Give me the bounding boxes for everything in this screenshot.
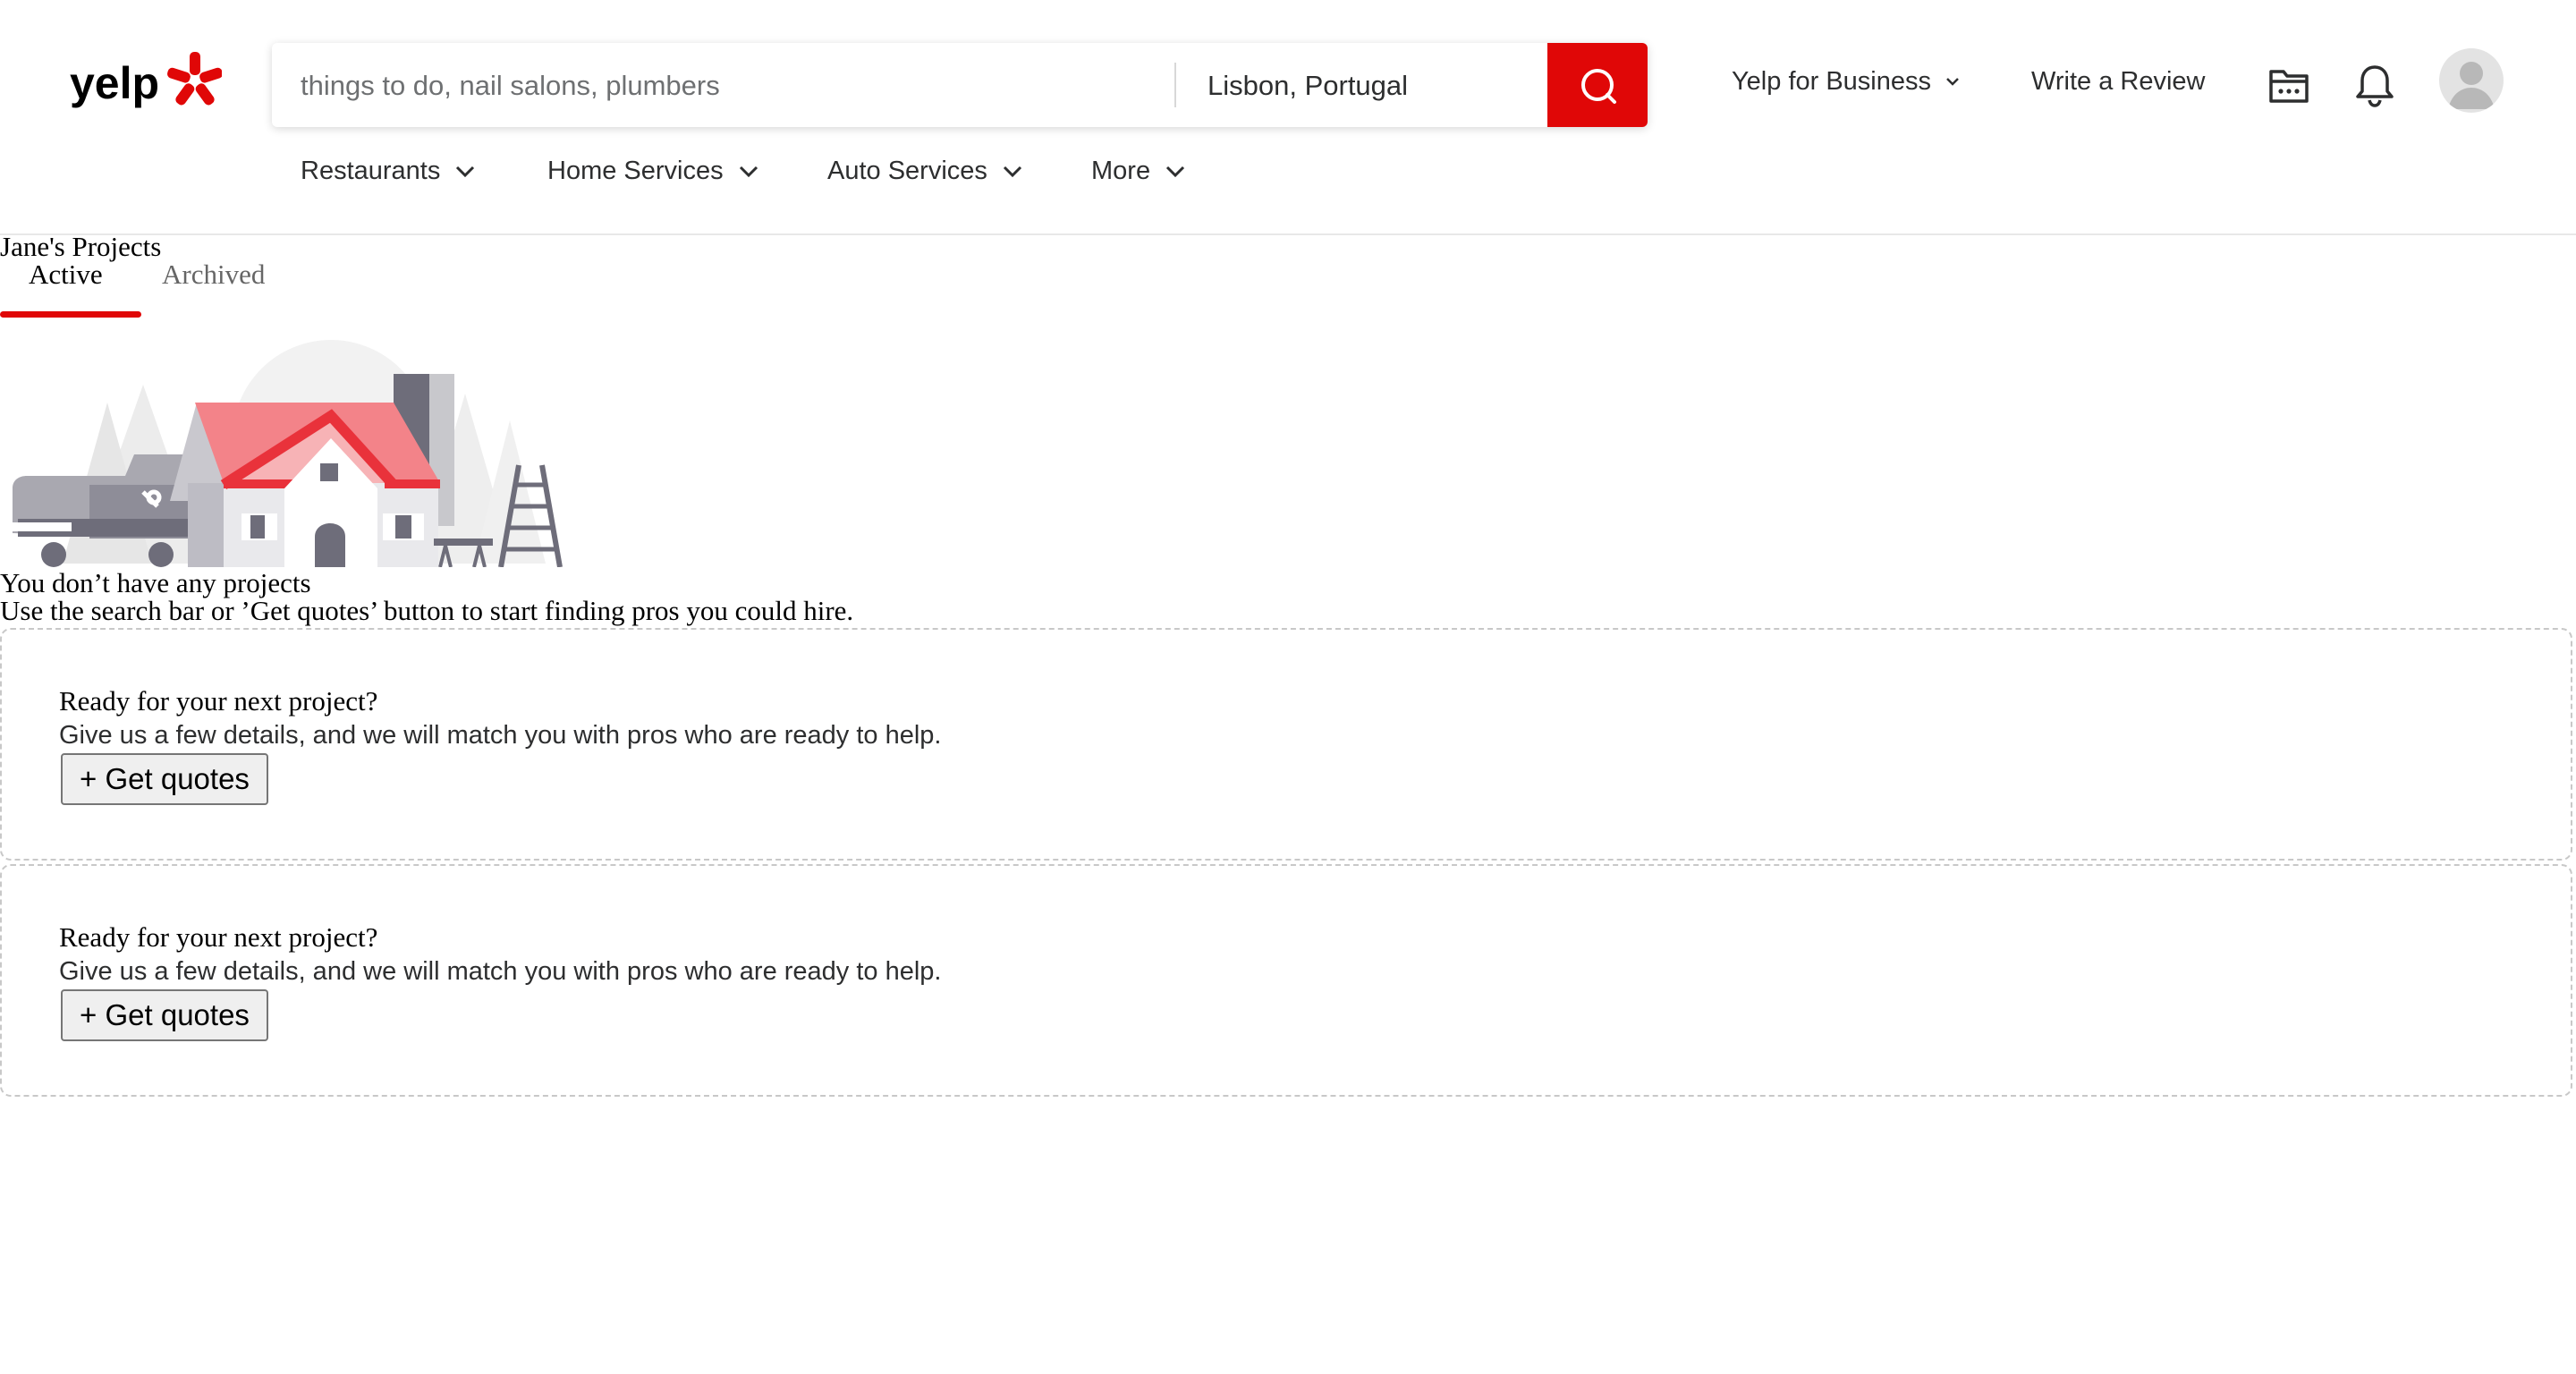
yelp-for-business-menu[interactable]: Yelp for Business — [1732, 67, 1962, 97]
category-restaurants[interactable]: Restaurants — [301, 157, 476, 186]
search-divider — [1174, 63, 1176, 107]
active-tab-indicator — [0, 311, 141, 318]
category-label: Restaurants — [301, 157, 441, 185]
category-label: Home Services — [547, 157, 724, 185]
card-title: Ready for your next project? — [59, 921, 378, 953]
search-bar — [272, 43, 1800, 129]
yelp-logo[interactable]: yelp — [70, 52, 222, 114]
card-subtitle: Give us a few details, and we will match… — [59, 957, 942, 986]
get-quotes-button[interactable]: + Get quotes — [61, 753, 268, 805]
bell-icon — [2356, 65, 2394, 107]
get-quotes-card: Ready for your next project? Give us a f… — [0, 628, 2572, 861]
search-button[interactable] — [1547, 43, 1648, 127]
card-title: Ready for your next project? — [59, 685, 378, 717]
category-more[interactable]: More — [1091, 157, 1186, 186]
empty-state-subtitle: Use the search bar or ’Get quotes’ butto… — [0, 595, 854, 626]
chevron-down-icon — [1003, 165, 1021, 177]
search-icon — [1581, 69, 1616, 104]
empty-projects-illustration — [0, 331, 572, 568]
yelp-for-business-label: Yelp for Business — [1732, 67, 1932, 96]
tab-active[interactable]: Active — [29, 257, 103, 293]
chevron-down-icon — [456, 165, 475, 177]
get-quotes-button[interactable]: + Get quotes — [61, 989, 268, 1041]
user-avatar[interactable] — [2439, 48, 2504, 113]
get-quotes-card: Ready for your next project? Give us a f… — [0, 864, 2572, 1097]
house-illustration-icon — [9, 340, 563, 568]
yelp-logo-icon: yelp — [70, 52, 222, 108]
search-find-input[interactable] — [299, 43, 1170, 129]
card-subtitle: Give us a few details, and we will match… — [59, 721, 942, 750]
category-home-services[interactable]: Home Services — [547, 157, 759, 186]
notifications-button[interactable] — [2354, 63, 2395, 112]
category-label: More — [1091, 157, 1151, 185]
svg-text:yelp: yelp — [70, 58, 159, 108]
chevron-down-icon — [1166, 165, 1185, 177]
projects-button[interactable] — [2268, 64, 2309, 110]
tab-archived[interactable]: Archived — [162, 257, 265, 293]
search-location-input[interactable] — [1206, 43, 1800, 129]
chevron-down-icon — [1946, 77, 1959, 86]
chevron-down-icon — [739, 165, 758, 177]
top-header: yelp Yelp for Business Write a Re — [0, 0, 2576, 235]
projects-icon — [2269, 70, 2309, 103]
write-review-label: Write a Review — [2031, 67, 2206, 96]
category-auto-services[interactable]: Auto Services — [827, 157, 1023, 186]
write-review-link[interactable]: Write a Review — [2031, 67, 2205, 97]
category-label: Auto Services — [827, 157, 987, 185]
avatar-icon — [2448, 62, 2495, 109]
